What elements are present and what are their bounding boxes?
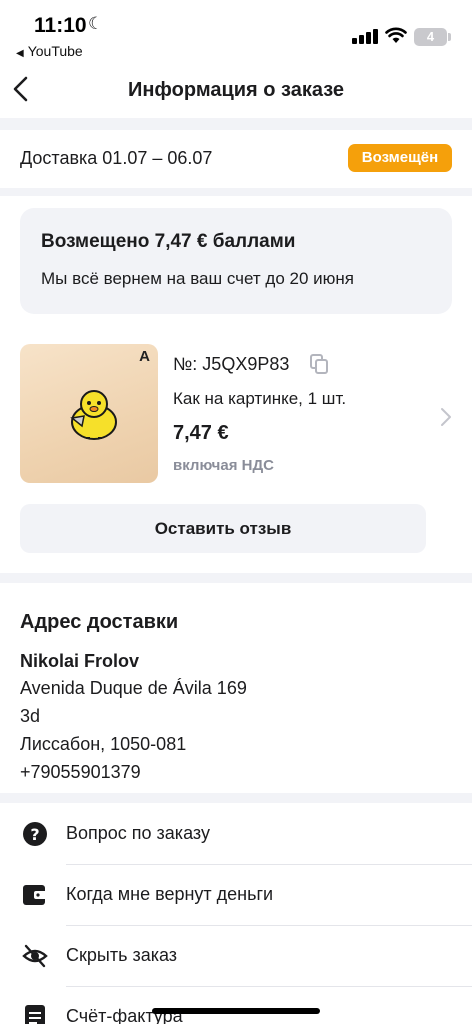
battery-tip bbox=[448, 33, 451, 41]
page-title: Информация о заказе bbox=[127, 79, 345, 101]
vat-note: включая НДС bbox=[173, 457, 275, 474]
product-image[interactable]: A bbox=[20, 344, 158, 483]
recipient-name: Nikolai Frolov bbox=[20, 651, 140, 671]
duck-pin-icon bbox=[70, 390, 117, 440]
product-description: Как на картинке, 1 шт. bbox=[173, 389, 347, 408]
status-bar: 11:10 ☾ ◀ YouTube 4 bbox=[0, 0, 472, 62]
wifi-icon bbox=[385, 27, 407, 43]
question-icon: ? bbox=[23, 822, 47, 846]
product-price: 7,47 € bbox=[173, 422, 229, 444]
section-divider bbox=[0, 573, 472, 583]
address-line: Лиссабон, 1050-081 bbox=[20, 734, 187, 754]
signal-icon bbox=[352, 28, 378, 44]
back-app-label: YouTube bbox=[27, 43, 83, 59]
copy-icon[interactable] bbox=[310, 354, 328, 374]
menu-item-refund-when[interactable]: Когда мне вернут деньги bbox=[0, 864, 472, 925]
section-divider bbox=[0, 188, 472, 196]
menu-item-order-question[interactable]: ? Вопрос по заказу bbox=[0, 803, 472, 864]
leave-review-button[interactable]: Оставить отзыв bbox=[20, 504, 426, 553]
menu-item-label: Вопрос по заказу bbox=[66, 823, 210, 843]
menu-item-hide-order[interactable]: Скрыть заказ bbox=[0, 925, 472, 986]
order-number: №: J5QX9P83 bbox=[173, 354, 290, 374]
back-triangle-icon: ◀ bbox=[16, 48, 24, 59]
refund-title: Возмещено 7,47 € баллами bbox=[41, 231, 296, 252]
phone-number: +79055901379 bbox=[20, 762, 141, 782]
address-title: Адрес доставки bbox=[20, 611, 179, 633]
battery-icon: 4 bbox=[414, 28, 447, 46]
nav-bar: Информация о заказе bbox=[0, 62, 472, 118]
wallet-icon bbox=[23, 885, 47, 905]
chevron-right-icon[interactable] bbox=[440, 407, 452, 427]
home-indicator[interactable] bbox=[152, 1008, 320, 1014]
status-time: 11:10 bbox=[34, 14, 87, 37]
eye-off-icon bbox=[22, 944, 48, 968]
document-icon bbox=[25, 1005, 45, 1024]
moon-icon: ☾ bbox=[88, 14, 104, 33]
section-divider bbox=[0, 118, 472, 130]
refund-card: Возмещено 7,47 € баллами Мы всё вернем н… bbox=[20, 208, 452, 314]
svg-text:?: ? bbox=[30, 825, 39, 844]
back-to-app-link[interactable]: ◀ YouTube bbox=[16, 43, 83, 59]
status-badge: Возмещён bbox=[348, 144, 452, 172]
menu-item-label: Когда мне вернут деньги bbox=[66, 884, 274, 904]
product-image-letter: A bbox=[139, 348, 150, 365]
menu-item-invoice[interactable]: Счёт-фактура bbox=[0, 986, 472, 1024]
address-line: Avenida Duque de Ávila 169 bbox=[20, 678, 247, 698]
address-line: 3d bbox=[20, 706, 41, 726]
refund-subtitle: Мы всё вернем на ваш счет до 20 июня bbox=[41, 269, 354, 288]
menu-item-label: Скрыть заказ bbox=[66, 945, 178, 965]
section-divider bbox=[0, 793, 472, 803]
delivery-dates: Доставка 01.07 – 06.07 bbox=[20, 148, 213, 168]
